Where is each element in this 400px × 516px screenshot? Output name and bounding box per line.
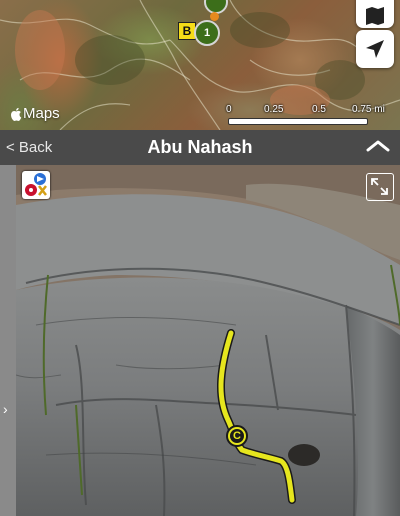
scale-bar	[228, 118, 368, 125]
route-marker-c[interactable]: C	[226, 425, 248, 447]
nav-bar: < Back Abu Nahash	[0, 130, 400, 165]
map-scale: 0 0.25 0.5 0.75 mi	[226, 104, 385, 126]
expand-icon	[371, 178, 388, 195]
scale-label-1: 0.25	[264, 104, 284, 115]
maps-attribution-label: Maps	[23, 105, 60, 122]
side-drawer-handle[interactable]: ›	[0, 165, 16, 516]
scale-label-2: 0.5	[312, 104, 326, 115]
route-count-marker[interactable]: 1	[194, 20, 220, 46]
map-layers-icon	[366, 7, 384, 25]
topo-mode-button[interactable]	[22, 171, 50, 199]
scale-label-0: 0	[226, 104, 232, 115]
fullscreen-button[interactable]	[366, 173, 394, 201]
chevron-up-icon	[366, 140, 390, 152]
location-arrow-icon	[366, 40, 384, 58]
route-dot[interactable]	[210, 12, 219, 21]
map-view[interactable]: B 1 Maps 0 0.25 0.5 0.75 mi	[0, 0, 400, 130]
chevron-right-icon: ›	[3, 401, 8, 417]
locate-me-button[interactable]	[356, 30, 394, 68]
map-layers-button[interactable]	[356, 0, 394, 28]
crag-photo[interactable]: C	[16, 165, 400, 516]
topo-app-icon	[25, 173, 47, 196]
collapse-button[interactable]	[366, 139, 390, 158]
apple-logo-icon	[11, 107, 22, 121]
scale-label-3: 0.75 mi	[352, 104, 385, 115]
maps-attribution[interactable]: Maps	[10, 105, 60, 122]
page-title: Abu Nahash	[147, 137, 253, 157]
rock-face-image	[16, 165, 400, 516]
route-marker-label: C	[230, 429, 244, 443]
